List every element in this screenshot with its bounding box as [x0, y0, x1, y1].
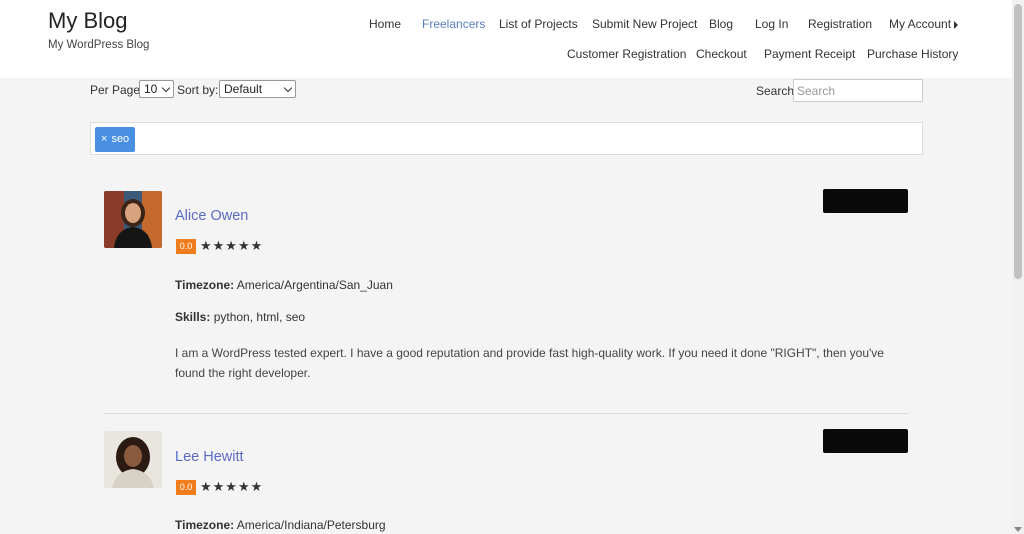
hire-button[interactable]: [823, 189, 908, 213]
nav-submit-new-project[interactable]: Submit New Project: [592, 17, 697, 31]
rating-badge: 0.0: [176, 239, 196, 254]
nav-customer-registration[interactable]: Customer Registration: [567, 47, 686, 61]
sort-by-select[interactable]: Default: [219, 80, 296, 98]
caret-right-icon: [954, 20, 959, 29]
scroll-down-arrow-icon[interactable]: [1014, 527, 1022, 532]
search-input[interactable]: Search: [793, 79, 923, 102]
skill-filter-box[interactable]: × seo: [90, 122, 923, 155]
sort-by-label: Sort by:: [177, 83, 219, 97]
timezone-label: Timezone:: [175, 278, 235, 292]
freelancer-name[interactable]: Alice Owen: [175, 208, 248, 224]
site-header: My Blog My WordPress Blog Home Freelance…: [0, 0, 1012, 78]
hire-button[interactable]: [823, 429, 908, 453]
timezone-value: America/Argentina/San_Juan: [236, 278, 393, 292]
nav-registration[interactable]: Registration: [808, 17, 872, 31]
nav-my-account[interactable]: My Account: [889, 17, 959, 31]
page-scrollbar[interactable]: [1012, 0, 1024, 534]
rating-badge: 0.0: [176, 480, 196, 495]
remove-tag-icon[interactable]: ×: [101, 133, 107, 145]
site-title[interactable]: My Blog: [48, 8, 127, 34]
avatar-image: [104, 191, 162, 248]
nav-payment-receipt[interactable]: Payment Receipt: [764, 47, 855, 61]
timezone-field: Timezone: America/Argentina/San_Juan: [175, 278, 393, 292]
chevron-down-icon: [283, 83, 293, 93]
nav-blog[interactable]: Blog: [709, 17, 733, 31]
nav-list-of-projects[interactable]: List of Projects: [499, 17, 578, 31]
rating-stars-icon: ★★★★★: [200, 479, 264, 494]
per-page-select[interactable]: 10: [139, 80, 174, 98]
timezone-field: Timezone: America/Indiana/Petersburg: [175, 518, 386, 532]
nav-freelancers[interactable]: Freelancers: [422, 17, 485, 31]
avatar-image: [104, 431, 162, 488]
search-label: Search: [756, 84, 795, 98]
freelancer-name[interactable]: Lee Hewitt: [175, 449, 244, 465]
site-description: My WordPress Blog: [48, 39, 150, 51]
chevron-down-icon: [161, 83, 171, 93]
skills-label: Skills:: [175, 310, 211, 324]
scrollbar-thumb[interactable]: [1014, 4, 1022, 279]
filter-tag[interactable]: × seo: [95, 127, 136, 152]
nav-my-account-label: My Account: [889, 17, 952, 31]
filter-tag-label: seo: [111, 133, 130, 145]
avatar[interactable]: [104, 191, 162, 248]
timezone-value: America/Indiana/Petersburg: [236, 518, 386, 532]
sort-by-value: Default: [224, 82, 263, 96]
rating-stars-icon: ★★★★★: [200, 238, 264, 253]
skills-value: python, html, seo: [213, 310, 306, 324]
nav-home[interactable]: Home: [369, 17, 401, 31]
nav-purchase-history[interactable]: Purchase History: [867, 47, 958, 61]
skills-field: Skills: python, html, seo: [175, 310, 305, 324]
divider: [104, 413, 909, 414]
freelancer-bio: I am a WordPress tested expert. I have a…: [175, 346, 884, 380]
per-page-value: 10: [144, 82, 158, 96]
timezone-label: Timezone:: [175, 518, 235, 532]
per-page-label: Per Page:: [90, 83, 144, 97]
avatar[interactable]: [104, 431, 162, 488]
nav-checkout[interactable]: Checkout: [696, 47, 747, 61]
nav-log-in[interactable]: Log In: [755, 17, 788, 31]
